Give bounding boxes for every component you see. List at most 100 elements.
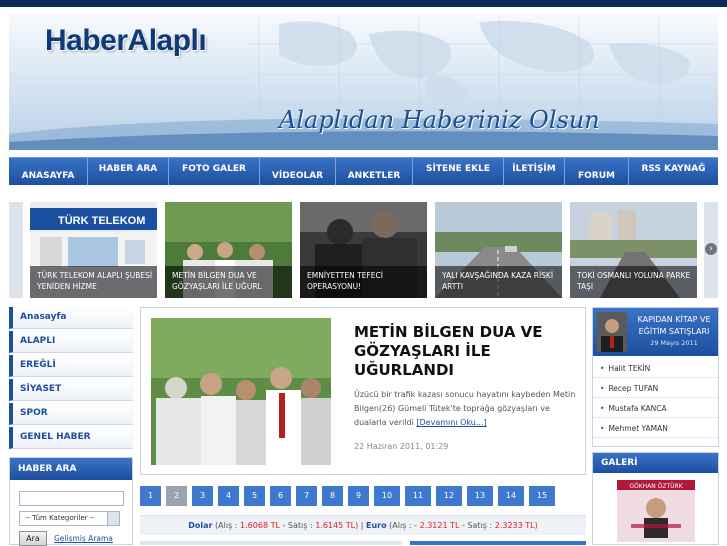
slider-caption: TÜRK TELEKOM ALAPLI ŞUBESİ YENİDEN HİZME (30, 266, 157, 298)
gallery-title: GALERİ (593, 453, 718, 473)
slider-item[interactable]: TOKİ OSMANLI YOLUNA PARKE TAŞI (570, 202, 697, 298)
slider-item[interactable]: YALI KAVŞAĞINDA KAZA RİSKİ ARTTI (435, 202, 562, 298)
featured-photo-image (151, 318, 331, 465)
news-slider: TÜRK TELEKOM TÜRK TELEKOM ALAPLI ŞUBESİ … (9, 202, 718, 298)
currency-euro-sell: 2.3233 TL) (494, 521, 538, 530)
featured-title[interactable]: METİN BİLGEN DUA VE GÖZYAŞLARI İLE UĞURL… (354, 323, 574, 380)
page-button[interactable]: 5 (244, 486, 265, 506)
currency-label: (Alış : (215, 521, 241, 530)
slider-item[interactable]: TÜRK TELEKOM TÜRK TELEKOM ALAPLI ŞUBESİ … (30, 202, 157, 298)
currency-dolar-label: Dolar (188, 521, 213, 530)
writers-box: KAPIDAN KİTAP VE EĞİTİM SATIŞLARI 29 May… (592, 307, 719, 447)
top-strip (0, 0, 727, 7)
page-button[interactable]: 10 (374, 486, 400, 506)
right-column: KAPIDAN KİTAP VE EĞİTİM SATIŞLARI 29 May… (592, 307, 719, 545)
writer-item[interactable]: • Mustafa KANCA (593, 398, 718, 418)
slider-caption: METİN BİLGEN DUA VE GÖZYAŞLARI İLE UĞURL (165, 266, 292, 298)
writers-list: • Halit TEKİN • Recep TUFAN • Mustafa KANCA… (593, 358, 718, 438)
currency-euro-label: Euro (366, 521, 387, 530)
writer-name: Mustafa KANCA (608, 404, 667, 413)
slider-next-button[interactable]: › (704, 202, 718, 298)
writer-item[interactable]: • Mehmet YAMAN (593, 418, 718, 438)
writers-box-header[interactable]: KAPIDAN KİTAP VE EĞİTİM SATIŞLARI 29 May… (593, 308, 718, 356)
page-button[interactable]: 7 (296, 486, 317, 506)
menu-item-anasayfa[interactable]: Anasayfa (9, 307, 133, 329)
page-button[interactable]: 3 (192, 486, 213, 506)
read-more-link[interactable]: [Devamını Oku...] (416, 418, 486, 427)
bullet-icon: • (600, 404, 605, 413)
currency-ticker: Dolar (Alış : 1.6068 TL - Satış : 1.6145… (140, 515, 586, 535)
advanced-search-link[interactable]: Gelişmiş Arama (54, 534, 113, 543)
slider-caption: TOKİ OSMANLI YOLUNA PARKE TAŞI (570, 266, 697, 298)
slider-caption: YALI KAVŞAĞINDA KAZA RİSKİ ARTTI (435, 266, 562, 298)
bullet-icon: • (600, 364, 605, 373)
writer-name: Mehmet YAMAN (608, 424, 668, 433)
gallery-thumbnail[interactable]: GÖKHAN ÖZTÜRK (617, 480, 695, 542)
writer-name: Halit TEKİN (608, 364, 651, 373)
nav-sitene-ekle[interactable]: SİTENE EKLE (413, 158, 504, 185)
menu-item-genel-haber[interactable]: GENEL HABER (9, 427, 133, 449)
chevron-right-icon: › (705, 243, 717, 255)
site-logo[interactable]: HaberAlaplı (45, 24, 207, 58)
menu-item-eregli[interactable]: EREĞLİ (9, 355, 133, 377)
site-header: HaberAlaplı Alaplıdan Haberiniz Olsun (9, 14, 718, 150)
page-button[interactable]: 8 (322, 486, 343, 506)
featured-pager: 1 2 3 4 5 6 7 8 9 10 11 12 13 14 15 (140, 486, 560, 506)
page-button[interactable]: 15 (529, 486, 555, 506)
page-button[interactable]: 11 (405, 486, 431, 506)
page-button-current[interactable]: 2 (166, 486, 187, 506)
featured-photo[interactable] (151, 318, 331, 465)
slider-item[interactable]: EMNİYETTEN TEFECİ OPERASYONU! (300, 202, 427, 298)
writer-item[interactable]: • Recep TUFAN (593, 378, 718, 398)
avatar-photo (597, 312, 627, 352)
featured-date: 22 Haziran 2011, 01:29 (354, 442, 449, 451)
bullet-icon: • (600, 424, 605, 433)
page-button[interactable]: 9 (348, 486, 369, 506)
nav-haber-ara[interactable]: HABER ARA (88, 158, 169, 185)
nav-forum[interactable]: FORUM (565, 158, 629, 185)
category-menu: Anasayfa ALAPLI EREĞLİ SİYASET SPOR GENE… (9, 307, 133, 451)
page-button[interactable]: 6 (270, 486, 291, 506)
currency-label: - Satış : (462, 521, 495, 530)
search-input[interactable] (19, 491, 124, 506)
gallery-poster-name: GÖKHAN ÖZTÜRK (629, 483, 683, 490)
nav-anasayfa[interactable]: ANASAYFA (9, 158, 88, 185)
currency-label: (Alış : (389, 521, 415, 530)
page-button[interactable]: 1 (140, 486, 161, 506)
gallery-box: GALERİ GÖKHAN ÖZTÜRK (592, 452, 719, 545)
featured-summary: Üzücü bir trafik kazası sonucu hayatını … (354, 388, 579, 430)
nav-foto-galeri[interactable]: FOTO GALER (169, 158, 260, 185)
bullet-icon: • (600, 384, 605, 393)
featured-news: METİN BİLGEN DUA VE GÖZYAŞLARI İLE UĞURL… (140, 307, 586, 475)
currency-dolar-sell: 1.6145 TL) (315, 521, 359, 530)
nav-videolar[interactable]: VİDEOLAR (260, 158, 336, 185)
currency-dolar-buy: 1.6068 TL (240, 521, 280, 530)
writer-item[interactable]: • Halit TEKİN (593, 358, 718, 378)
page-button[interactable]: 4 (218, 486, 239, 506)
menu-item-alapli[interactable]: ALAPLI (9, 331, 133, 353)
page-button[interactable]: 13 (467, 486, 493, 506)
lower-left-header (140, 541, 402, 545)
nav-anketler[interactable]: ANKETLER (336, 158, 413, 185)
writer-name: Recep TUFAN (608, 384, 659, 393)
menu-item-siyaset[interactable]: SİYASET (9, 379, 133, 401)
search-button[interactable]: Ara (19, 531, 47, 546)
search-box: HABER ARA -- Tüm Kategoriler -- Ara Geli… (9, 457, 133, 546)
main-nav: ANASAYFA HABER ARA FOTO GALER VİDEOLAR A… (9, 157, 718, 185)
slider-prev-button[interactable] (9, 202, 23, 298)
writers-box-date: 29 Mayıs 2011 (650, 339, 698, 347)
writers-box-title: KAPIDAN KİTAP VE EĞİTİM SATIŞLARI (637, 315, 711, 336)
telekom-sign-text: TÜRK TELEKOM (58, 214, 145, 227)
currency-euro-buy: - 2.3121 TL (414, 521, 460, 530)
menu-item-spor[interactable]: SPOR (9, 403, 133, 425)
gallery-poster-image: GÖKHAN ÖZTÜRK (617, 480, 695, 542)
page-button[interactable]: 12 (436, 486, 462, 506)
writer-avatar (597, 312, 627, 352)
nav-iletisim[interactable]: İLETİŞİM (504, 158, 565, 185)
lower-right-header (410, 541, 586, 545)
category-select[interactable]: -- Tüm Kategoriler -- (19, 511, 120, 526)
slider-item[interactable]: METİN BİLGEN DUA VE GÖZYAŞLARI İLE UĞURL (165, 202, 292, 298)
chevron-down-icon (107, 512, 119, 525)
nav-rss[interactable]: RSS KAYNAĞ (629, 158, 718, 185)
page-button[interactable]: 14 (498, 486, 524, 506)
